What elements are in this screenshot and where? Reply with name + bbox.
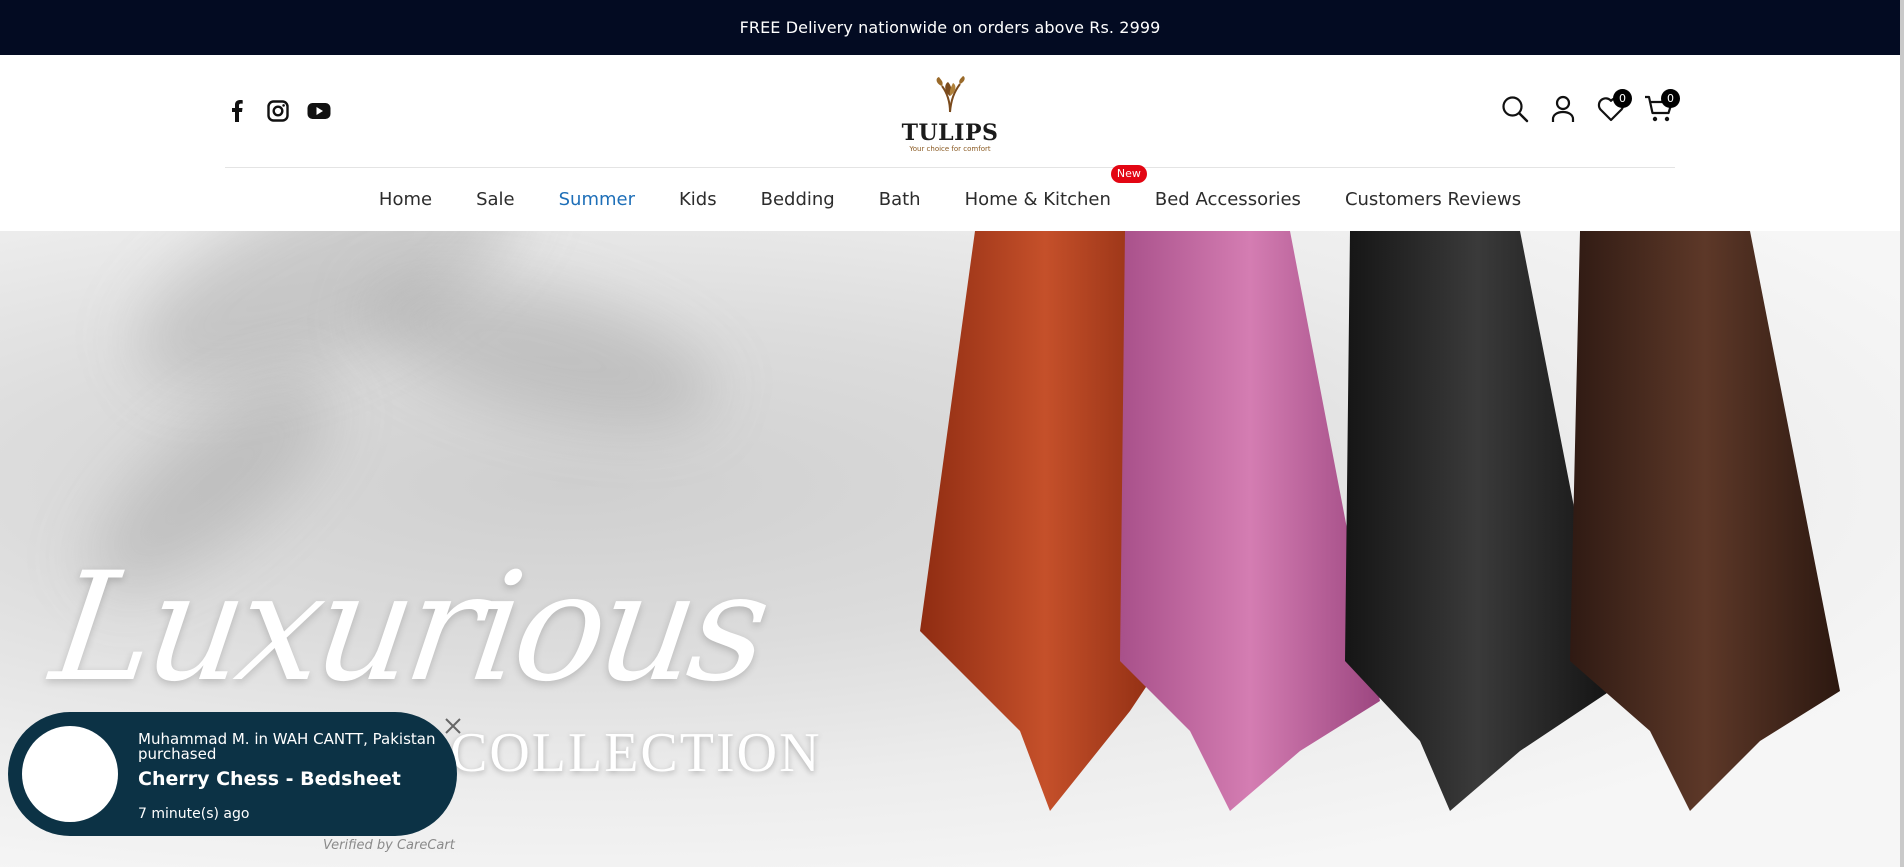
youtube-icon[interactable] — [307, 99, 331, 123]
logo-brand: TULIPS — [901, 120, 999, 146]
nav-item-home-kitchen[interactable]: Home & Kitchen New — [943, 165, 1147, 210]
cart-count: 0 — [1661, 89, 1680, 108]
facebook-icon[interactable] — [225, 99, 249, 123]
social-links — [225, 99, 331, 123]
new-badge: New — [1110, 165, 1147, 183]
nav-item-bedding[interactable]: Bedding — [739, 189, 857, 210]
account-icon[interactable] — [1548, 93, 1578, 125]
verified-by-label: Verified by CareCart — [323, 838, 455, 853]
scrollbar-thumb[interactable] — [1900, 0, 1904, 867]
wishlist-count: 0 — [1613, 89, 1632, 108]
scrollbar[interactable] — [1900, 0, 1904, 867]
hero-script-title: Luxurious — [42, 541, 775, 715]
purchase-notification[interactable]: Muhammad M. in WAH CANTT, Pakistan purch… — [8, 712, 457, 836]
purchase-time: 7 minute(s) ago — [138, 806, 250, 822]
instagram-icon[interactable] — [266, 99, 290, 123]
announcement-text: FREE Delivery nationwide on orders above… — [739, 18, 1161, 37]
site-header: TULIPS Your choice for comfort 0 0 Home … — [0, 55, 1900, 231]
site-logo[interactable]: TULIPS Your choice for comfort — [895, 76, 1005, 153]
tulip-logo-icon — [936, 76, 965, 113]
nav-item-customers-reviews[interactable]: Customers Reviews — [1323, 189, 1543, 210]
nav-item-home-kitchen-label: Home & Kitchen — [964, 189, 1111, 210]
close-icon[interactable] — [444, 717, 462, 739]
page: FREE Delivery nationwide on orders above… — [0, 0, 1904, 867]
hero-subtitle: COLLECTION — [450, 722, 822, 784]
nav-item-kids[interactable]: Kids — [657, 189, 739, 210]
towel-image — [920, 231, 1840, 811]
nav-item-home[interactable]: Home — [357, 189, 454, 210]
main-nav: Home Sale Summer Kids Bedding Bath Home … — [0, 165, 1900, 231]
cart-icon[interactable]: 0 — [1644, 89, 1680, 125]
product-thumbnail — [22, 726, 118, 822]
header-tools: 0 0 — [1500, 89, 1680, 125]
logo-tagline: Your choice for comfort — [909, 145, 991, 153]
nav-item-bath[interactable]: Bath — [857, 189, 943, 210]
announcement-bar: FREE Delivery nationwide on orders above… — [0, 0, 1900, 55]
nav-item-bed-accessories[interactable]: Bed Accessories — [1133, 189, 1323, 210]
purchased-product[interactable]: Cherry Chess - Bedsheet — [138, 768, 401, 790]
nav-item-summer[interactable]: Summer — [537, 189, 657, 210]
wishlist-icon[interactable]: 0 — [1596, 89, 1632, 125]
purchaser-info: Muhammad M. in WAH CANTT, Pakistan purch… — [138, 730, 436, 763]
search-icon[interactable] — [1500, 93, 1530, 125]
nav-item-sale[interactable]: Sale — [454, 189, 537, 210]
